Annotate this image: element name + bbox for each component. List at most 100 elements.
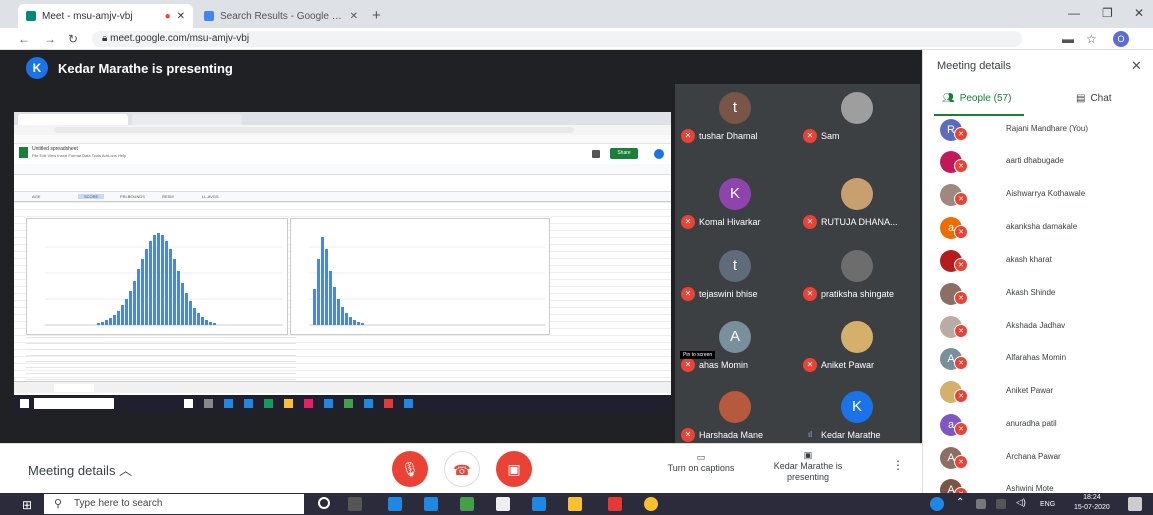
formula-bar — [14, 180, 671, 192]
participant-tile[interactable]: ✕ Harshada Mane — [675, 383, 797, 444]
maximize-icon[interactable]: ❐ — [1102, 6, 1113, 20]
list-item[interactable]: A✕Ashwini Mote — [940, 477, 1145, 493]
mic-toggle-button[interactable]: 🎙︎ — [392, 451, 428, 487]
url-input[interactable]: 🔒︎ meet.google.com/msu-amjv-vbj — [92, 31, 1022, 47]
minimize-icon[interactable]: — — [1068, 6, 1080, 20]
present-icon: ▣ — [803, 450, 813, 460]
notification-icon[interactable] — [1128, 497, 1142, 511]
windows-start-icon[interactable]: ⊞ — [22, 498, 32, 512]
mic-off-icon: ✕ — [954, 225, 968, 239]
back-icon[interactable]: ← — [18, 32, 30, 46]
list-item[interactable]: R ✕ Rajani Mandhare (You) — [940, 117, 1145, 143]
col-header: LL-AVGS — [202, 194, 219, 199]
lock-icon: 🔒︎ — [102, 33, 111, 44]
presenter-banner: K Kedar Marathe is presenting — [26, 57, 233, 79]
tab-people[interactable]: 👥︎ People (57) — [942, 93, 1011, 104]
browser-tabbar: Meet - msu-amjv-vbj ● ✕ Search Results -… — [0, 0, 1153, 28]
app-icon[interactable] — [460, 497, 474, 511]
amazon-icon[interactable] — [496, 497, 510, 511]
taskbar-search-input[interactable]: ⚲ Type here to search — [44, 494, 304, 514]
close-tab-icon[interactable]: ✕ — [177, 11, 185, 22]
volume-icon[interactable]: ◁) — [1016, 497, 1030, 511]
shared-url-bar — [14, 125, 671, 135]
close-tab-icon[interactable]: ✕ — [350, 11, 358, 22]
tab-chat[interactable]: ▤ Chat — [1076, 93, 1112, 104]
app-icon[interactable] — [568, 497, 582, 511]
participant-tile[interactable]: A ✕ ahas Momin — [675, 313, 797, 374]
list-item[interactable]: A ✕ Archana Pawar — [940, 445, 1145, 471]
participant-tile[interactable]: t ✕ tushar Dhamal — [675, 84, 797, 145]
list-item[interactable]: ✕ Aishwarrya Kothawale — [940, 182, 1145, 208]
histogram-1-svg — [45, 233, 283, 326]
participant-tile[interactable]: ✕ pratiksha shingate — [797, 242, 919, 303]
mic-off-icon: ✕ — [681, 287, 695, 301]
battery-icon[interactable] — [996, 499, 1006, 509]
list-item[interactable]: ✕ Akshada Jadhav — [940, 314, 1145, 340]
captions-button[interactable]: ▭ Turn on captions — [660, 452, 742, 474]
store-icon[interactable] — [424, 497, 438, 511]
chrome-icon[interactable] — [644, 497, 658, 511]
mic-off-icon: ✕ — [954, 159, 968, 173]
tab-label: Search Results - Google Meet Fr... — [220, 10, 344, 22]
camera-toggle-button[interactable]: ▣ — [496, 451, 532, 487]
mic-off-icon: ✕ — [954, 356, 968, 370]
list-item[interactable]: ✕ Aniket Pawar — [940, 379, 1145, 405]
participant-tile[interactable]: K ıl Kedar Marathe — [797, 383, 919, 444]
tab-search-results[interactable]: Search Results - Google Meet Fr... ✕ — [196, 4, 366, 28]
close-icon[interactable]: ✕ — [1131, 58, 1142, 74]
meeting-details-button[interactable]: Meeting details ︿ — [28, 460, 132, 479]
reload-icon[interactable]: ↻ — [68, 32, 78, 46]
list-item[interactable]: a ✕ anuradha patil — [940, 412, 1145, 438]
pin-tooltip: Pin to screen — [680, 351, 716, 359]
panel-title: Meeting details — [937, 60, 1011, 72]
participant-avatar: K — [719, 178, 751, 210]
close-window-icon[interactable]: ✕ — [1134, 6, 1144, 20]
tab-label: Meet - msu-amjv-vbj — [42, 10, 133, 22]
list-item[interactable]: a ✕ akanksha damakale — [940, 215, 1145, 241]
tab-meet[interactable]: Meet - msu-amjv-vbj ● ✕ — [18, 4, 193, 28]
mic-off-icon: ✕ — [681, 428, 695, 442]
leave-call-button[interactable]: ☎︎ — [444, 451, 480, 487]
chevron-up-icon: ︿ — [119, 463, 133, 478]
participant-tile[interactable]: ✕ RUTUJA DHANA... — [797, 170, 919, 231]
recording-dot-icon: ● — [164, 10, 171, 22]
list-item[interactable]: A ✕ Alfarahas Momin — [940, 346, 1145, 372]
dropbox-icon[interactable] — [532, 497, 546, 511]
people-icon: 👥︎ — [942, 93, 955, 104]
participant-tile[interactable]: K ✕ Komal Hivarkar — [675, 170, 797, 231]
tray-app-icon[interactable] — [930, 497, 944, 511]
new-tab-icon[interactable]: + — [372, 7, 381, 24]
list-item[interactable]: ✕ akash kharat — [940, 248, 1145, 274]
task-view-icon[interactable] — [348, 497, 362, 511]
youtube-icon[interactable] — [608, 497, 622, 511]
presenter-text: Kedar Marathe is presenting — [58, 60, 233, 76]
list-item[interactable]: ✕ Akash Shinde — [940, 281, 1145, 307]
captions-icon: ▭ — [696, 452, 706, 462]
profile-avatar[interactable]: O — [1113, 31, 1129, 47]
mic-off-icon: ✕ — [954, 192, 968, 206]
network-icon[interactable] — [976, 499, 986, 509]
participant-avatar — [841, 92, 873, 124]
camera-icon[interactable]: ▬ — [1062, 32, 1074, 46]
meet-favicon-icon — [26, 11, 36, 21]
shared-screen[interactable]: Untitled spreadsheet File Edit View Inse… — [14, 112, 671, 412]
forward-icon[interactable]: → — [44, 32, 56, 46]
edge-icon[interactable] — [388, 497, 402, 511]
language-indicator[interactable]: ENG — [1040, 499, 1055, 510]
column-headers: AGE SCORE PRLBOUNDS RESM LL-AVGS — [14, 192, 671, 202]
mic-off-icon: ✕ — [803, 215, 817, 229]
more-options-icon[interactable]: ⋮ — [892, 459, 904, 471]
taskbar-clock[interactable]: 18:24 15-07-2020 — [1074, 493, 1110, 513]
meeting-details-label: Meeting details — [28, 463, 116, 478]
tray-chevron-icon[interactable]: ⌃ — [956, 497, 970, 511]
star-icon[interactable]: ☆ — [1086, 32, 1097, 46]
list-item[interactable]: ✕ aarti dhabugade — [940, 149, 1145, 175]
participant-tile[interactable]: ✕ Aniket Pawar — [797, 313, 919, 374]
google-favicon-icon — [204, 11, 214, 21]
doc-menu: File Edit View Insert Format Data Tools … — [32, 153, 127, 158]
participant-tile[interactable]: ✕ Sam — [797, 84, 919, 145]
cortana-icon[interactable] — [318, 497, 330, 509]
comment-icon — [592, 150, 600, 158]
presenting-button[interactable]: ▣ Kedar Marathe is presenting — [772, 450, 844, 483]
participant-tile[interactable]: t ✕ tejaswini bhise — [675, 242, 797, 303]
